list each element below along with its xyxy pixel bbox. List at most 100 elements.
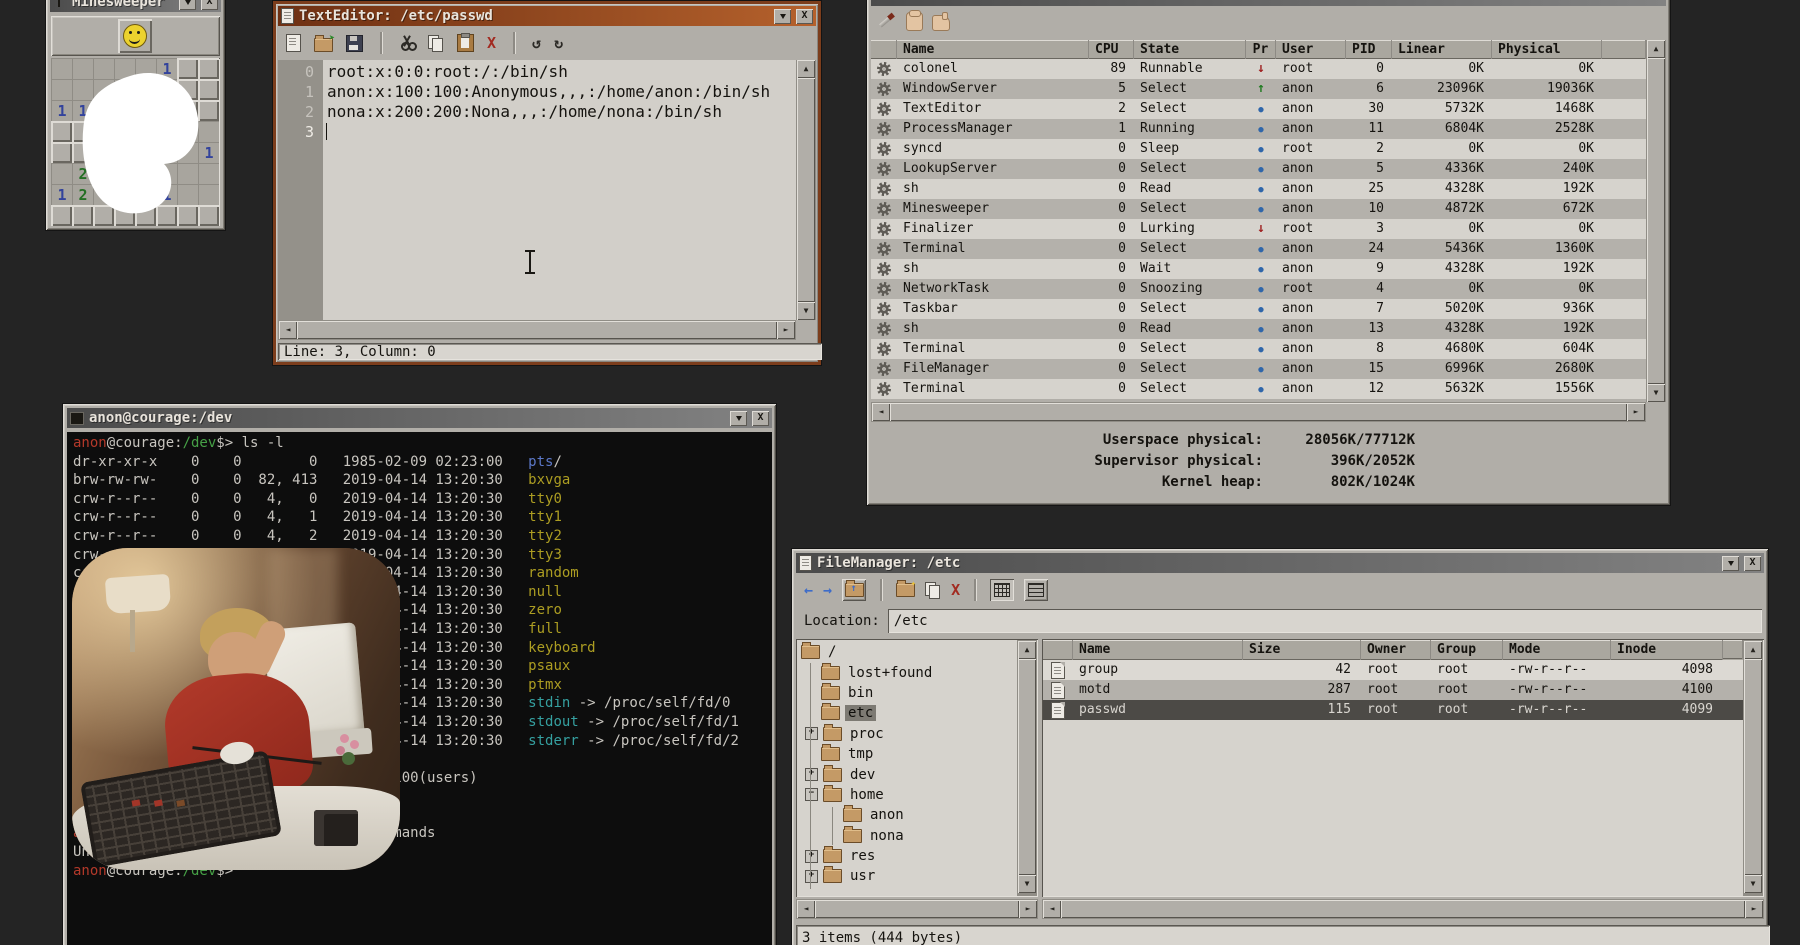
list-view-button[interactable] <box>1024 579 1048 601</box>
process-table-header[interactable]: NameCPUStatePrUserPIDLinearPhysical <box>871 40 1646 59</box>
minesweeper-cell[interactable] <box>51 205 72 226</box>
location-input[interactable]: /etc <box>888 609 1762 633</box>
scroll-up-button[interactable]: ▲ <box>1647 40 1665 58</box>
scroll-thumb[interactable] <box>815 900 1019 918</box>
scroll-down-button[interactable]: ▼ <box>1647 384 1665 402</box>
file-row-passwd[interactable]: passwd115rootroot-rw-r--r--4099 <box>1043 700 1743 720</box>
process-row[interactable]: ProcessManager1Runninganon116804K2528K <box>871 119 1646 139</box>
filemanager-titlebar[interactable]: FileManager: /etc X <box>796 553 1764 573</box>
process-row[interactable]: sh0Readanon254328K192K <box>871 179 1646 199</box>
scroll-thumb[interactable] <box>797 78 815 302</box>
process-row[interactable]: NetworkTask0Snoozingroot40K0K <box>871 279 1646 299</box>
smiley-reset-button[interactable] <box>118 19 152 53</box>
open-file-icon[interactable]: ➤ <box>314 38 333 52</box>
process-row[interactable]: Minesweeper0Selectanon104872K672K <box>871 199 1646 219</box>
column-header-name[interactable]: Name <box>897 40 1089 59</box>
process-row[interactable]: TextEditor2Selectanon305732K1468K <box>871 99 1646 119</box>
copy-icon[interactable] <box>925 582 941 598</box>
scroll-thumb[interactable] <box>890 403 1627 421</box>
close-button[interactable]: X <box>752 411 769 426</box>
tree-item-lostfound[interactable]: lost+found <box>799 662 1017 682</box>
process-row[interactable]: sh0Waitanon94328K192K <box>871 259 1646 279</box>
process-row[interactable]: Taskbar0Selectanon75020K936K <box>871 299 1646 319</box>
cut-icon[interactable] <box>399 35 415 51</box>
delete-icon[interactable]: X <box>487 35 496 51</box>
file-row-group[interactable]: group42rootroot-rw-r--r--4098 <box>1043 660 1743 680</box>
tree-item-dev[interactable]: +dev <box>799 764 1017 784</box>
minesweeper-titlebar[interactable]: Minesweeper X <box>50 0 221 12</box>
forward-icon[interactable]: → <box>823 582 832 598</box>
process-row[interactable]: WindowServer5Selectanon623096K19036K <box>871 79 1646 99</box>
process-row[interactable]: Terminal0Selectanon84680K604K <box>871 339 1646 359</box>
tree-item-res[interactable]: +res <box>799 846 1017 866</box>
column-header-group[interactable]: Group <box>1431 640 1503 660</box>
minesweeper-cell[interactable]: 1 <box>51 184 72 205</box>
process-row[interactable]: Terminal0Selectanon125632K1556K <box>871 379 1646 399</box>
scroll-left-button[interactable]: ◄ <box>279 321 297 339</box>
parent-directory-button[interactable]: ↑ <box>842 579 866 601</box>
back-icon[interactable]: ← <box>804 582 813 598</box>
table-view-button[interactable] <box>990 579 1014 601</box>
scroll-thumb[interactable] <box>1744 659 1762 875</box>
redo-icon[interactable]: ↻ <box>554 35 563 51</box>
tree-expander[interactable]: + <box>805 768 818 781</box>
tree-item-usr[interactable]: +usr <box>799 866 1017 886</box>
scroll-right-button[interactable]: ► <box>777 321 795 339</box>
editor-text-area[interactable]: root:x:0:0:root:/:/bin/shanon:x:100:100:… <box>323 60 796 322</box>
scroll-right-button[interactable]: ► <box>1019 900 1037 918</box>
close-button[interactable]: X <box>201 0 218 10</box>
scroll-down-button[interactable]: ▼ <box>1018 875 1036 893</box>
column-header-pid[interactable]: PID <box>1346 40 1392 59</box>
process-row[interactable]: colonel89Runnableroot00K0K <box>871 59 1646 79</box>
scroll-thumb[interactable] <box>297 321 777 339</box>
scroll-left-button[interactable]: ◄ <box>797 900 815 918</box>
new-directory-icon[interactable]: ✦ <box>896 583 915 597</box>
tree-expander[interactable]: + <box>805 870 818 883</box>
column-header-state[interactable]: State <box>1134 40 1246 59</box>
texteditor-titlebar[interactable]: TextEditor: /etc/passwd X <box>278 6 816 26</box>
column-header-inode[interactable]: Inode <box>1611 640 1723 660</box>
terminal-titlebar[interactable]: anon@courage:/dev X <box>67 408 772 428</box>
tree-item-bin[interactable]: bin <box>799 683 1017 703</box>
new-document-icon[interactable] <box>286 34 301 52</box>
kill-process-icon[interactable] <box>877 11 897 31</box>
scroll-down-button[interactable]: ▼ <box>797 302 815 320</box>
tree-item-proc[interactable]: +proc <box>799 724 1017 744</box>
scroll-up-button[interactable]: ▲ <box>1018 641 1036 659</box>
file-table-header[interactable]: NameSizeOwnerGroupModeInode <box>1043 640 1743 660</box>
stop-process-icon[interactable] <box>906 12 923 31</box>
column-header-icon[interactable] <box>871 40 897 59</box>
minimize-button[interactable] <box>1722 556 1739 571</box>
process-row[interactable]: syncd0Sleeproot20K0K <box>871 139 1646 159</box>
scroll-thumb[interactable] <box>1647 58 1665 384</box>
tree-item-home[interactable]: −home <box>799 785 1017 805</box>
minimize-button[interactable] <box>730 411 747 426</box>
scroll-thumb[interactable] <box>1018 659 1036 875</box>
tree-item-[interactable]: / <box>799 642 1017 662</box>
continue-process-icon[interactable] <box>932 15 950 31</box>
file-row-motd[interactable]: motd287rootroot-rw-r--r--4100 <box>1043 680 1743 700</box>
minimize-button[interactable] <box>774 9 791 24</box>
process-row[interactable]: LookupServer0Selectanon54336K240K <box>871 159 1646 179</box>
minesweeper-cell[interactable] <box>51 79 72 100</box>
scroll-left-button[interactable]: ◄ <box>1043 900 1061 918</box>
scroll-right-button[interactable]: ► <box>1745 900 1763 918</box>
scroll-up-button[interactable]: ▲ <box>797 60 815 78</box>
process-row[interactable]: Finalizer0Lurkingroot30K0K <box>871 219 1646 239</box>
minesweeper-cell[interactable] <box>51 58 72 79</box>
process-row[interactable]: FileManager0Selectanon156996K2680K <box>871 359 1646 379</box>
column-header-owner[interactable]: Owner <box>1361 640 1431 660</box>
column-header-user[interactable]: User <box>1276 40 1346 59</box>
tree-item-etc[interactable]: etc <box>799 703 1017 723</box>
process-row[interactable]: sh0Readanon134328K192K <box>871 319 1646 339</box>
tree-expander[interactable]: − <box>805 788 818 801</box>
close-button[interactable]: X <box>796 9 813 24</box>
scroll-thumb[interactable] <box>1061 900 1745 918</box>
minesweeper-cell[interactable] <box>51 121 72 142</box>
close-button[interactable]: X <box>1744 556 1761 571</box>
column-header-physical[interactable]: Physical <box>1492 40 1602 59</box>
column-header-pr[interactable]: Pr <box>1246 40 1276 59</box>
minesweeper-cell[interactable] <box>51 163 72 184</box>
scroll-up-button[interactable]: ▲ <box>1744 641 1762 659</box>
paste-icon[interactable] <box>457 34 474 52</box>
